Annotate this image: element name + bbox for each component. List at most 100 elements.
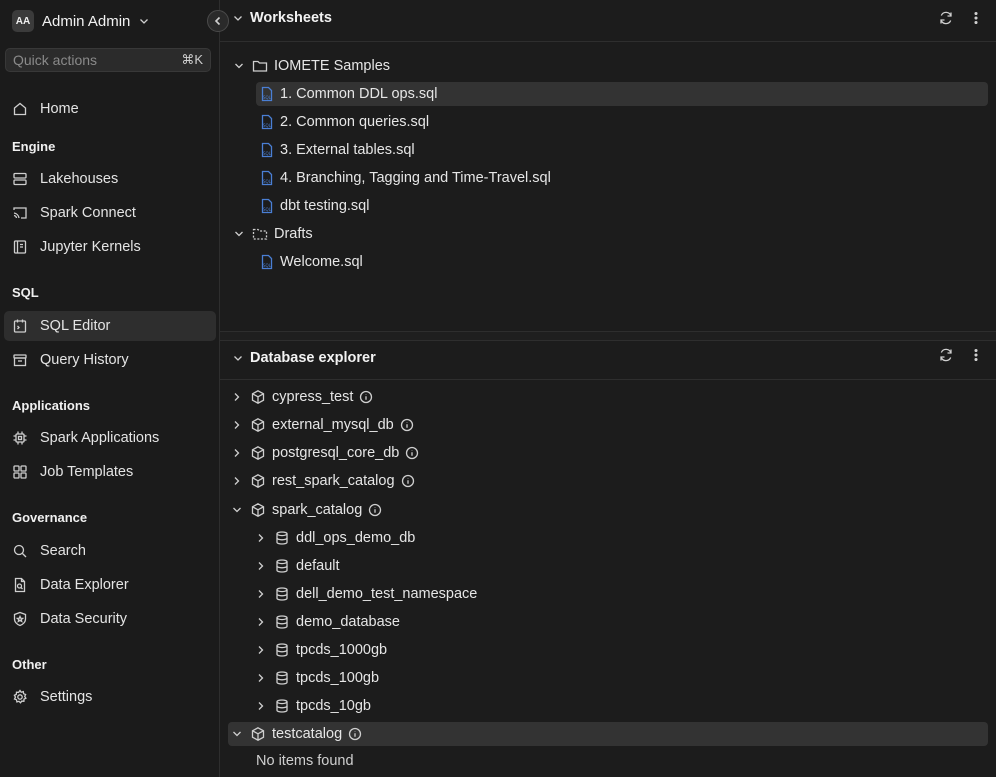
worksheet-file[interactable]: SQL 1. Common DDL ops.sql [256, 82, 988, 106]
sql-editor-icon [12, 318, 28, 334]
nav-label: Data Security [40, 611, 128, 627]
chevron-right-icon [230, 474, 244, 488]
worksheet-file[interactable]: SQL 4. Branching, Tagging and Time-Trave… [260, 166, 551, 190]
nav-data-explorer[interactable]: Data Explorer [4, 570, 216, 600]
empty-state-text: No items found [256, 753, 354, 769]
info-icon[interactable] [401, 474, 415, 488]
database-icon [274, 642, 290, 658]
database-explorer-title: Database explorer [250, 349, 376, 366]
user-name: Admin Admin [42, 12, 131, 30]
nav-lakehouses[interactable]: Lakehouses [4, 164, 216, 194]
catalog-name: testcatalog [272, 726, 343, 742]
info-icon[interactable] [400, 418, 414, 432]
svg-text:SQL: SQL [263, 123, 272, 128]
database-name: default [296, 558, 340, 574]
nav-job-templates[interactable]: Job Templates [4, 457, 216, 487]
nav-jupyter-kernels[interactable]: Jupyter Kernels [4, 232, 216, 262]
database-row[interactable]: tpcds_10gb [254, 694, 371, 718]
folder-drafts[interactable]: Drafts [232, 222, 313, 246]
file-name: dbt testing.sql [280, 198, 370, 214]
file-search-icon [12, 577, 28, 593]
user-menu[interactable]: AA Admin Admin [12, 9, 150, 33]
nav-label: SQL Editor [40, 318, 111, 334]
history-icon [12, 352, 28, 368]
section-other: Other [12, 657, 47, 672]
catalog-name: external_mysql_db [272, 417, 394, 433]
chevron-down-icon[interactable] [232, 352, 244, 364]
info-icon[interactable] [359, 390, 373, 404]
sql-file-icon: SQL [260, 170, 274, 186]
worksheet-file[interactable]: SQL dbt testing.sql [260, 194, 369, 218]
notebook-icon [12, 239, 28, 255]
catalog-name: spark_catalog [272, 502, 363, 518]
sidebar: AA Admin Admin ⌘K Home Engine Lakehouses… [0, 0, 220, 777]
database-name: demo_database [296, 614, 400, 630]
catalog-row[interactable]: postgresql_core_db [230, 441, 419, 465]
info-icon[interactable] [405, 446, 419, 460]
database-row[interactable]: demo_database [254, 610, 400, 634]
refresh-icon[interactable] [938, 10, 954, 26]
info-icon[interactable] [348, 727, 362, 741]
sql-file-icon: SQL [260, 114, 274, 130]
catalog-row[interactable]: external_mysql_db [230, 413, 414, 437]
nav-data-security[interactable]: Data Security [4, 604, 216, 634]
chevron-right-icon [254, 671, 268, 685]
database-name: tpcds_100gb [296, 670, 380, 686]
nav-query-history[interactable]: Query History [4, 345, 216, 375]
worksheet-file[interactable]: SQL Welcome.sql [260, 250, 363, 274]
quick-actions-input[interactable] [13, 52, 173, 68]
cube-icon [250, 389, 266, 405]
quick-actions-search[interactable]: ⌘K [5, 48, 211, 72]
chevron-down-icon[interactable] [232, 12, 244, 24]
section-applications: Applications [12, 398, 91, 413]
folder-name: Drafts [274, 226, 313, 242]
chevron-down-icon [232, 59, 246, 73]
collapse-sidebar-button[interactable] [207, 10, 229, 32]
nav-spark-applications[interactable]: Spark Applications [4, 423, 216, 453]
database-icon [274, 586, 290, 602]
database-row[interactable]: default [254, 554, 340, 578]
section-sql: SQL [12, 285, 39, 300]
svg-text:SQL: SQL [263, 179, 272, 184]
refresh-icon[interactable] [938, 347, 954, 363]
catalog-name: cypress_test [272, 389, 354, 405]
chip-icon [12, 430, 28, 446]
nav-search[interactable]: Search [4, 536, 216, 566]
worksheets-header: Worksheets [220, 0, 996, 42]
nav-home[interactable]: Home [4, 94, 216, 124]
folder-iomete-samples[interactable]: IOMETE Samples [232, 54, 390, 78]
cube-icon [250, 473, 266, 489]
folder-icon [252, 58, 268, 74]
catalog-row-expanded[interactable]: testcatalog [228, 722, 988, 746]
chevron-right-icon [230, 418, 244, 432]
catalog-row[interactable]: rest_spark_catalog [230, 469, 415, 493]
grid-icon [12, 464, 28, 480]
nav-spark-connect[interactable]: Spark Connect [4, 198, 216, 228]
section-engine: Engine [12, 139, 56, 154]
file-name: 2. Common queries.sql [280, 114, 430, 130]
more-options-icon[interactable] [968, 347, 984, 363]
section-governance: Governance [12, 510, 88, 525]
catalog-name: postgresql_core_db [272, 445, 400, 461]
database-row[interactable]: ddl_ops_demo_db [254, 526, 415, 550]
cube-icon [250, 445, 266, 461]
dashed-folder-icon [252, 226, 268, 242]
more-options-icon[interactable] [968, 10, 984, 26]
worksheet-file[interactable]: SQL 2. Common queries.sql [260, 110, 429, 134]
database-icon [274, 558, 290, 574]
database-row[interactable]: dell_demo_test_namespace [254, 582, 477, 606]
catalog-row[interactable]: cypress_test [230, 385, 373, 409]
nav-label: Search [40, 543, 86, 559]
nav-label: Job Templates [40, 464, 134, 480]
nav-settings[interactable]: Settings [4, 682, 216, 712]
svg-text:SQL: SQL [263, 151, 272, 156]
nav-sql-editor[interactable]: SQL Editor [4, 311, 216, 341]
chevron-right-icon [254, 699, 268, 713]
database-row[interactable]: tpcds_100gb [254, 666, 379, 690]
nav-label: Settings [40, 689, 93, 705]
database-row[interactable]: tpcds_1000gb [254, 638, 387, 662]
info-icon[interactable] [368, 503, 382, 517]
worksheet-file[interactable]: SQL 3. External tables.sql [260, 138, 415, 162]
catalog-row-expanded[interactable]: spark_catalog [230, 498, 382, 522]
chevron-right-icon [254, 531, 268, 545]
